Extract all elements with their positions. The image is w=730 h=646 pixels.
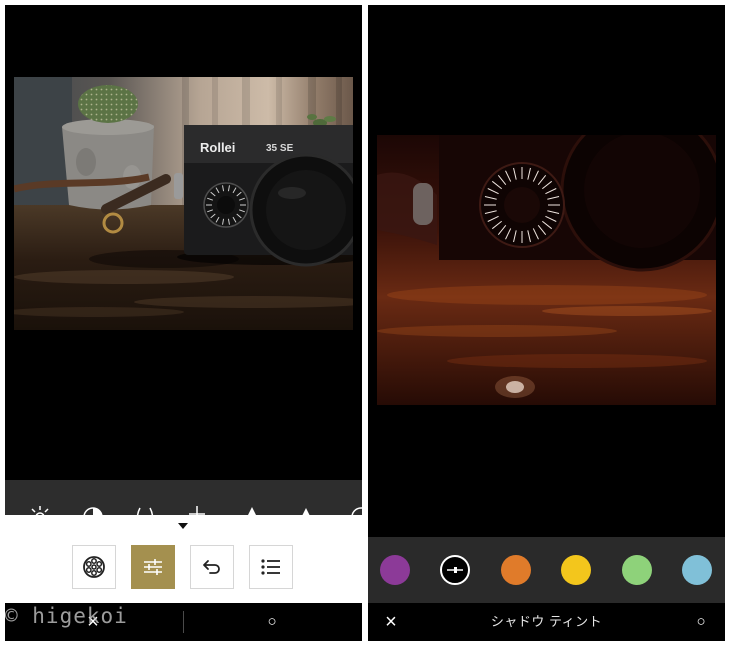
right-bottom-bar: シャドウ ティント × ○ (368, 603, 725, 641)
camera-dial (203, 182, 249, 228)
tab-adjust[interactable] (131, 545, 175, 589)
color-swatch-2[interactable] (440, 555, 471, 585)
active-tool-indicator (178, 523, 188, 529)
tab-undo[interactable] (190, 545, 234, 589)
tab-history[interactable] (249, 545, 293, 589)
tool-tab-bar (5, 515, 362, 603)
color-swatch-row (368, 537, 725, 603)
camera-logo-text: Rollei (200, 140, 235, 155)
panel-title: シャドウ ティント (490, 614, 603, 629)
undo-icon (203, 560, 220, 574)
reel-icon (83, 556, 105, 578)
triangle-icon[interactable] (295, 506, 317, 515)
curves-icon[interactable] (134, 506, 156, 515)
sun-icon[interactable] (29, 506, 51, 515)
tune-icon[interactable] (186, 506, 208, 515)
cancel-button[interactable]: × (379, 603, 403, 641)
color-swatch-3[interactable] (500, 555, 531, 585)
list-icon (261, 559, 280, 575)
camera-model-text: 35 SE (266, 143, 294, 154)
confirm-button[interactable]: ○ (260, 603, 284, 641)
adjust-tool-strip (5, 480, 362, 515)
edited-photo: Rollei 35 SE (14, 77, 353, 330)
camera-lens (249, 153, 353, 267)
slider-icon (447, 567, 464, 573)
tinted-photo (377, 135, 716, 405)
contrast-icon[interactable] (82, 506, 104, 515)
bar-divider (183, 611, 184, 633)
color-swatch-1[interactable] (380, 555, 410, 585)
confirm-button[interactable]: ○ (689, 603, 713, 641)
circle-icon[interactable] (350, 506, 362, 515)
left-screen: Rollei 35 SE × ○ (5, 5, 362, 641)
sliders-icon (144, 559, 162, 575)
color-swatch-4[interactable] (561, 555, 592, 585)
color-swatch-5[interactable] (621, 555, 652, 585)
camera: Rollei 35 SE (177, 125, 353, 267)
camera-dial (479, 162, 565, 248)
cancel-button[interactable]: × (81, 603, 105, 641)
triangle-icon[interactable] (241, 506, 263, 515)
tab-filters[interactable] (72, 545, 116, 589)
left-bottom-bar: × ○ (5, 603, 362, 641)
color-swatch-6[interactable] (682, 555, 712, 585)
right-screen: シャドウ ティント × ○ (368, 5, 725, 641)
